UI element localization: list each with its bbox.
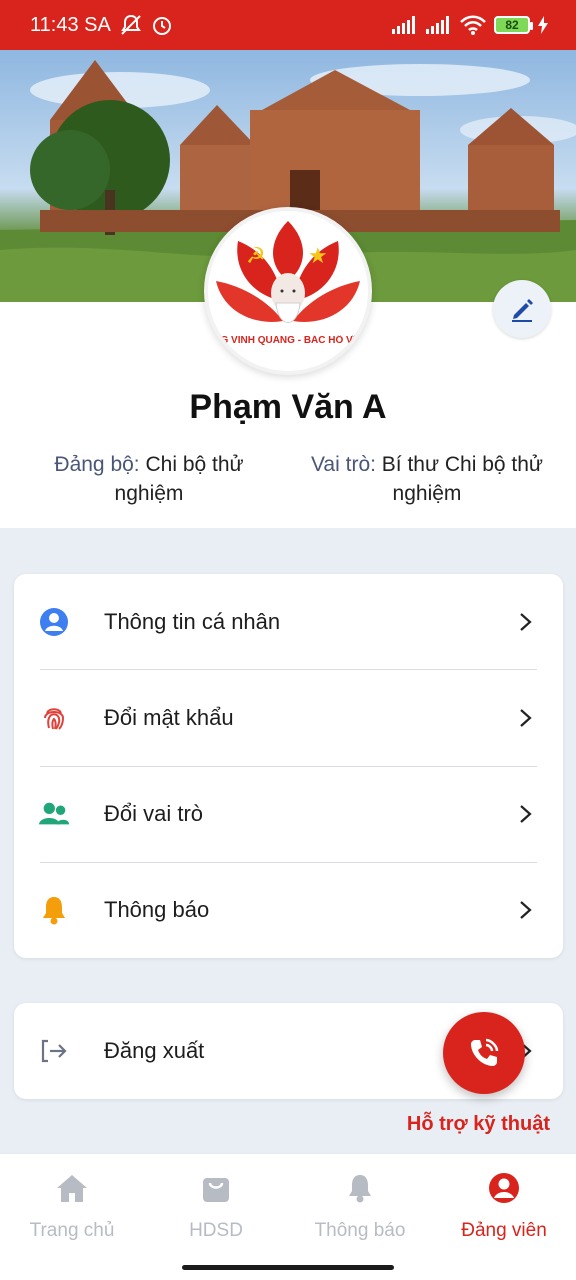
support-call-button[interactable] bbox=[443, 1012, 525, 1094]
svg-text:★: ★ bbox=[308, 244, 328, 269]
phone-icon bbox=[471, 1038, 499, 1066]
svg-text:☭: ☭ bbox=[246, 244, 266, 269]
avatar[interactable]: ☭ ★ G VINH QUANG - BÁC HỒ VĨ bbox=[204, 207, 372, 375]
battery-indicator: 82 bbox=[494, 16, 533, 34]
role-key: Vai trò: bbox=[310, 453, 376, 476]
pencil-icon bbox=[512, 299, 533, 322]
bag-icon bbox=[198, 1170, 234, 1206]
signal-icon-2 bbox=[426, 16, 449, 34]
avatar-caption: G VINH QUANG - BÁC HỒ VĨ bbox=[220, 335, 356, 346]
chevron-right-icon bbox=[520, 805, 532, 823]
nav-label: HDSD bbox=[189, 1220, 243, 1241]
home-icon bbox=[54, 1170, 90, 1206]
home-indicator bbox=[182, 1265, 394, 1270]
menu-item-change-role[interactable]: Đổi vai trò bbox=[14, 766, 563, 862]
user-circle-icon bbox=[486, 1170, 522, 1206]
status-time: 11:43 SA bbox=[30, 13, 111, 36]
menu-item-change-password[interactable]: Đổi mật khẩu bbox=[14, 670, 563, 766]
menu-label: Đổi vai trò bbox=[104, 801, 204, 826]
fingerprint-icon bbox=[38, 702, 70, 734]
logout-icon bbox=[38, 1035, 70, 1067]
support-label[interactable]: Hỗ trợ kỹ thuật bbox=[407, 1113, 550, 1136]
status-left: 11:43 SA bbox=[30, 14, 173, 37]
role-info: Vai trò: Bí thư Chi bộ thử nghiệm bbox=[302, 450, 552, 508]
menu-item-notifications[interactable]: Thông báo bbox=[14, 862, 563, 958]
alarm-icon bbox=[152, 17, 171, 35]
nav-label: Thông báo bbox=[314, 1220, 406, 1241]
menu-label: Đổi mật khẩu bbox=[104, 705, 234, 730]
chevron-right-icon bbox=[520, 613, 532, 631]
nav-tab-member[interactable]: Đảng viên bbox=[432, 1170, 576, 1250]
bottom-navigation: Trang chủ HDSD Thông báo Đảng viên bbox=[0, 1153, 576, 1280]
logout-label: Đăng xuất bbox=[104, 1038, 205, 1063]
users-icon bbox=[38, 798, 70, 830]
status-bar: 11:43 SA 82 bbox=[0, 0, 576, 50]
mute-icon bbox=[120, 14, 141, 35]
nav-label: Trang chủ bbox=[29, 1220, 115, 1241]
nav-tab-notifications[interactable]: Thông báo bbox=[288, 1170, 432, 1250]
party-logo-image: ☭ ★ bbox=[208, 211, 368, 371]
bell-icon bbox=[342, 1170, 378, 1206]
chevron-right-icon bbox=[520, 709, 532, 727]
settings-menu: Thông tin cá nhân Đổi mật khẩu Đổi vai t… bbox=[14, 574, 563, 958]
party-unit-info: Đảng bộ: Chi bộ thử nghiệm bbox=[24, 450, 274, 508]
menu-item-personal-info[interactable]: Thông tin cá nhân bbox=[14, 574, 563, 670]
role-value: Bí thư Chi bộ thử nghiệm bbox=[381, 453, 543, 505]
status-right: 82 bbox=[392, 15, 548, 35]
edit-profile-button[interactable] bbox=[493, 280, 551, 338]
nav-tab-home[interactable]: Trang chủ bbox=[0, 1170, 144, 1250]
member-name: Phạm Văn A bbox=[189, 388, 387, 426]
signal-icon bbox=[392, 16, 415, 34]
menu-label: Thông báo bbox=[104, 897, 210, 922]
chevron-right-icon bbox=[520, 901, 532, 919]
party-unit-key: Đảng bộ: bbox=[54, 453, 140, 476]
nav-tab-guide[interactable]: HDSD bbox=[144, 1170, 288, 1250]
wifi-icon bbox=[460, 15, 486, 35]
user-icon bbox=[38, 606, 70, 638]
nav-label: Đảng viên bbox=[461, 1220, 547, 1241]
menu-label: Thông tin cá nhân bbox=[104, 609, 281, 634]
charging-icon bbox=[538, 16, 548, 34]
bell-icon bbox=[38, 894, 70, 926]
